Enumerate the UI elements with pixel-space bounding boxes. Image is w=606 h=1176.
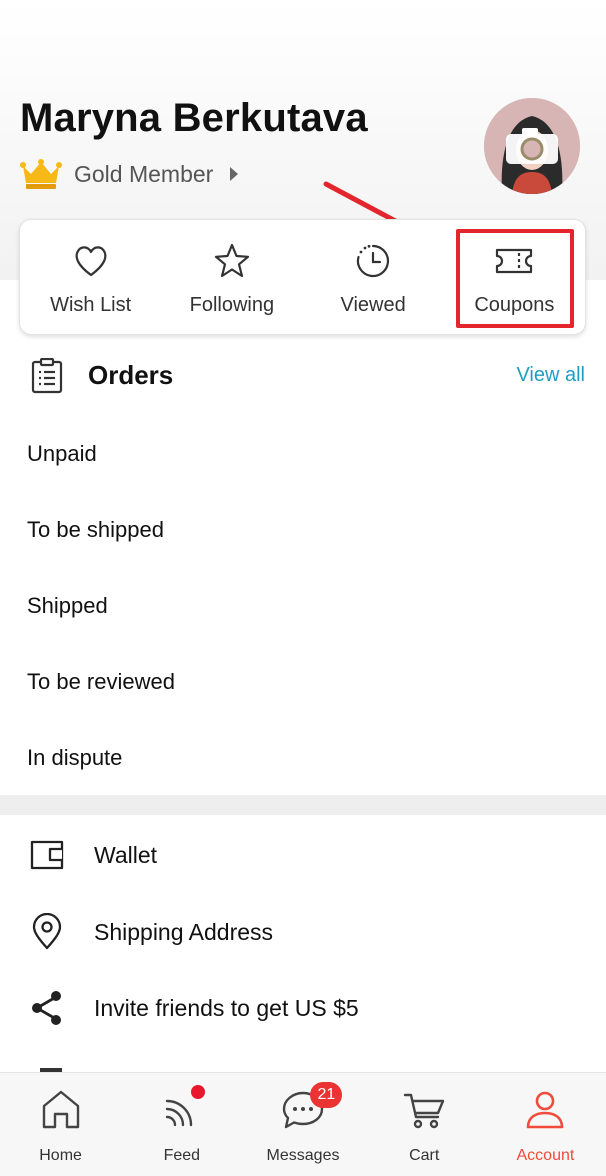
crown-icon bbox=[20, 159, 62, 189]
chevron-right-icon bbox=[230, 167, 239, 181]
membership-row[interactable]: Gold Member bbox=[20, 156, 239, 192]
menu-item-wallet[interactable]: Wallet bbox=[0, 824, 606, 884]
tab-messages[interactable]: 21 Messages bbox=[242, 1073, 363, 1176]
order-status-in-dispute[interactable]: In dispute bbox=[27, 745, 122, 771]
home-icon bbox=[42, 1090, 79, 1129]
menu-item-shipping-address[interactable]: Shipping Address bbox=[0, 901, 606, 961]
ticket-icon bbox=[496, 248, 533, 274]
tab-label: Home bbox=[39, 1147, 82, 1164]
location-pin-icon bbox=[32, 913, 62, 950]
clipboard-list-icon bbox=[31, 358, 63, 394]
tab-label: Messages bbox=[266, 1147, 340, 1164]
quick-actions-card: Wish List Following Viewed Coupons bbox=[19, 219, 586, 335]
quick-action-following[interactable]: Following bbox=[161, 220, 302, 334]
heart-icon bbox=[75, 246, 107, 277]
quick-action-coupons[interactable]: Coupons bbox=[444, 220, 585, 334]
order-status-to-be-shipped[interactable]: To be shipped bbox=[27, 517, 164, 543]
avatar[interactable] bbox=[484, 98, 580, 194]
camera-icon bbox=[484, 98, 580, 194]
quick-action-viewed[interactable]: Viewed bbox=[303, 220, 444, 334]
order-status-unpaid[interactable]: Unpaid bbox=[27, 441, 97, 467]
share-icon bbox=[32, 991, 61, 1025]
tab-label: Cart bbox=[409, 1147, 440, 1164]
menu-item-label: Shipping Address bbox=[94, 919, 274, 945]
cart-icon bbox=[404, 1093, 445, 1129]
orders-title: Orders bbox=[88, 360, 174, 390]
tab-home[interactable]: Home bbox=[0, 1073, 121, 1176]
menu-item-label: Wallet bbox=[94, 842, 158, 868]
tab-account[interactable]: Account bbox=[485, 1073, 606, 1176]
star-icon bbox=[214, 243, 249, 278]
menu-item-label: Invite friends to get US $5 bbox=[94, 995, 359, 1021]
quick-action-label: Coupons bbox=[474, 294, 555, 316]
history-clock-icon bbox=[357, 244, 390, 278]
profile-name: Maryna Berkutava bbox=[20, 96, 368, 140]
tab-label: Account bbox=[516, 1147, 575, 1164]
orders-header: Orders View all bbox=[0, 352, 606, 400]
tab-cart[interactable]: Cart bbox=[364, 1073, 485, 1176]
messages-badge: 21 bbox=[310, 1082, 343, 1108]
quick-action-wish-list[interactable]: Wish List bbox=[20, 220, 161, 334]
order-status-to-be-reviewed[interactable]: To be reviewed bbox=[27, 669, 175, 695]
quick-action-label: Wish List bbox=[50, 294, 132, 316]
membership-label: Gold Member bbox=[74, 160, 214, 187]
bottom-tab-bar: Home Feed 21 Messages Cart Account bbox=[0, 1072, 606, 1176]
account-icon bbox=[527, 1091, 564, 1129]
wallet-icon bbox=[30, 840, 64, 870]
order-status-shipped[interactable]: Shipped bbox=[27, 593, 108, 619]
view-all-orders-link[interactable]: View all bbox=[516, 364, 585, 387]
menu-item-invite-friends[interactable]: Invite friends to get US $5 bbox=[0, 977, 606, 1037]
section-divider bbox=[0, 795, 606, 815]
tab-label: Feed bbox=[163, 1147, 201, 1164]
quick-action-label: Following bbox=[189, 294, 275, 316]
quick-action-label: Viewed bbox=[340, 294, 406, 316]
tab-feed[interactable]: Feed bbox=[121, 1073, 242, 1176]
